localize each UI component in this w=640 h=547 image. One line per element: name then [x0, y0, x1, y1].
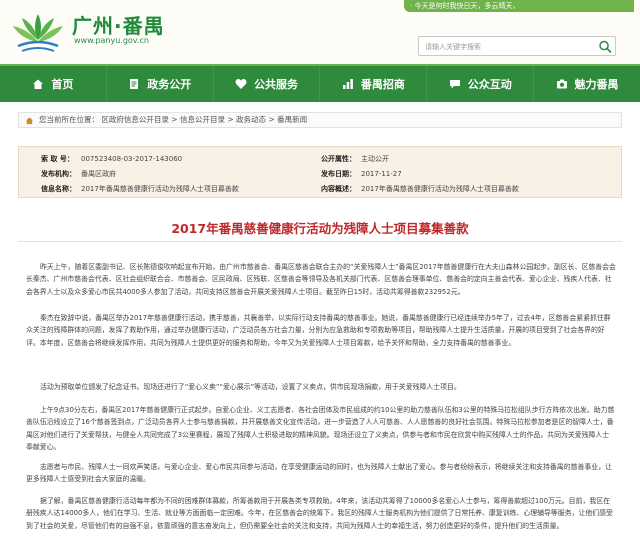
search-input[interactable] — [425, 40, 585, 53]
lotus-logo-icon[interactable] — [8, 6, 68, 56]
nav-label-investment: 番禺招商 — [360, 78, 405, 91]
info-panel: 索 取 号： 007523408-03-2017-143060 公开属性： 主动… — [18, 146, 622, 198]
nav-label-gov-info: 政务公开 — [147, 78, 192, 91]
article-paragraph: 活动为预取单位颁发了纪念证书。现场还进行了“爱心义卖”“爱心展示”等活动，设置了… — [40, 383, 461, 391]
main-nav: 首页 政务公开 公共服务 番禺招商 公众互动 魅力番禺 — [0, 64, 640, 102]
breadcrumb: 您当前所在位置： 区政府信息公开目录 > 信息公开目录 > 政务动态 > 番禺新… — [18, 112, 622, 128]
category-label: 公开属性： — [321, 155, 356, 163]
camera-icon — [556, 79, 567, 89]
breadcrumb-item-catalog[interactable]: 区政府信息公开目录 — [101, 115, 169, 124]
nav-item-investment[interactable]: 番禺招商 — [320, 66, 428, 102]
chat-icon — [449, 80, 460, 89]
article-paragraph: 志愿者与市民、残障人士一同欢声笑语，与爱心企业、爱心市民共同参与活动，在享受健康… — [26, 463, 612, 484]
article-paragraph: 据了解，番禺区慈善健康行活动每年都为不同的困难群体募款，所筹善款用于开展各类专项… — [26, 497, 613, 530]
summary-value: 2017年番禺慈善健康行活动为残障人士项目募善款 — [361, 185, 519, 193]
title-divider — [18, 241, 622, 242]
breadcrumb-prefix: 您当前所在位置： — [39, 115, 99, 124]
breadcrumb-separator: > — [266, 115, 278, 124]
header-slogan: · 今天是何时我快日天，多云晴天， — [404, 0, 634, 12]
article-paragraph: 上午9点30分左右，番禺区2017年慈善健康行正式起步。自爱心企业、义工志愿者、… — [26, 406, 615, 452]
home-icon — [25, 117, 34, 125]
search-icon[interactable] — [597, 39, 613, 54]
breadcrumb-separator: > — [168, 115, 180, 124]
nav-label-home: 首页 — [51, 78, 74, 91]
publisher-label: 发布机构： — [41, 170, 76, 178]
nav-label-charm: 魅力番禺 — [574, 78, 619, 91]
search-box — [418, 36, 616, 56]
category-value: 主动公开 — [361, 155, 389, 163]
publisher-value: 番禺区政府 — [81, 170, 116, 178]
nav-label-interaction: 公众互动 — [467, 78, 512, 91]
date-label: 发布日期： — [321, 170, 356, 178]
breadcrumb-item-info[interactable]: 信息公开目录 — [180, 115, 225, 124]
info-row: 发布机构： 番禺区政府 发布日期： 2017-11-27 — [19, 168, 623, 180]
article-title: 2017年番禺慈善健康行活动为残障人士项目募集善款 — [171, 221, 469, 236]
article-paragraph: 昨天上午，随着区委副书记、区长陈德俊吹响起宣布开始，由广州市慈善会、番禺区慈善会… — [26, 263, 616, 296]
nav-item-interaction[interactable]: 公众互动 — [427, 66, 535, 102]
summary-label: 内容概述： — [321, 185, 356, 193]
nav-label-public-service: 公共服务 — [254, 78, 299, 91]
date-value: 2017-11-27 — [361, 170, 402, 178]
nav-item-charm[interactable]: 魅力番禺 — [534, 66, 640, 102]
info-row: 索 取 号： 007523408-03-2017-143060 公开属性： 主动… — [19, 153, 623, 165]
article-paragraph: 秦杰在致辞中说，番禺区举办2017年慈善健康行活动，携手慈善，共襄善举，以实际行… — [26, 314, 611, 347]
heart-icon — [235, 79, 247, 89]
info-row: 信息名称： 2017年番禺慈善健康行活动为残障人士项目募善款 内容概述： 201… — [19, 183, 623, 195]
site-header: 广州·番禺 www.panyu.gov.cn · 今天是何时我快日天，多云晴天， — [0, 0, 640, 64]
name-value: 2017年番禺慈善健康行活动为残障人士项目募善款 — [81, 185, 239, 193]
breadcrumb-item-panyu-news[interactable]: 番禺新闻 — [277, 115, 307, 124]
site-title[interactable]: 广州·番禺 — [72, 10, 165, 39]
nav-item-gov-info[interactable]: 政务公开 — [107, 66, 214, 102]
index-label: 索 取 号： — [41, 155, 74, 163]
chart-icon — [342, 79, 353, 89]
site-url: www.panyu.gov.cn — [74, 36, 149, 45]
breadcrumb-item-news[interactable]: 政务动态 — [236, 115, 266, 124]
breadcrumb-separator: > — [224, 115, 237, 124]
document-icon — [130, 79, 139, 89]
index-value: 007523408-03-2017-143060 — [81, 155, 183, 163]
home-icon — [33, 79, 44, 89]
name-label: 信息名称： — [41, 185, 76, 193]
nav-item-public-service[interactable]: 公共服务 — [214, 66, 321, 102]
nav-item-home[interactable]: 首页 — [0, 66, 107, 102]
